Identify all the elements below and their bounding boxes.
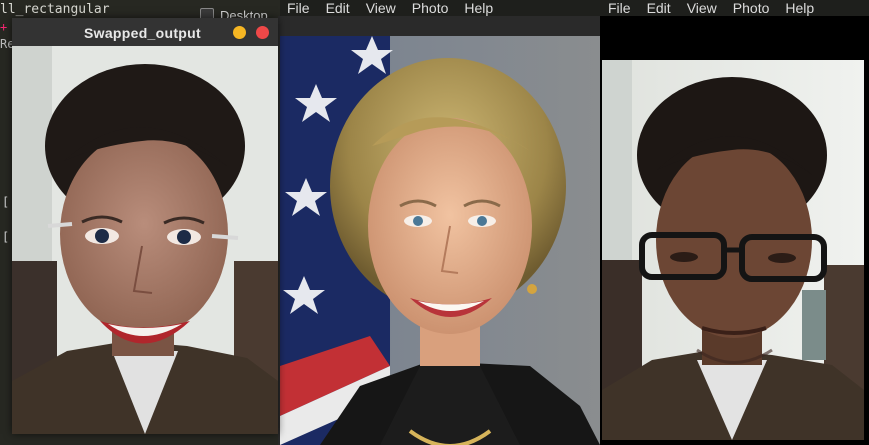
menu-view[interactable]: View	[687, 0, 717, 16]
source-portrait-image	[280, 36, 600, 445]
code-bracket: [	[2, 230, 10, 244]
code-line: ll_rectangular	[0, 2, 110, 17]
menu-photo[interactable]: Photo	[412, 0, 449, 16]
target-face-window	[600, 16, 869, 445]
menu-photo[interactable]: Photo	[733, 0, 770, 16]
minimize-button[interactable]	[233, 26, 246, 39]
image-viewer-menubar-right: File Edit View Photo Help	[608, 0, 814, 16]
menu-help[interactable]: Help	[785, 0, 814, 16]
menu-help[interactable]: Help	[464, 0, 493, 16]
menu-file[interactable]: File	[287, 0, 310, 16]
swapped-face-image	[12, 46, 278, 434]
diff-plus-marker: +	[0, 20, 8, 34]
menu-view[interactable]: View	[366, 0, 396, 16]
close-button[interactable]	[256, 26, 269, 39]
code-bracket: [	[2, 195, 10, 209]
source-face-window	[278, 16, 600, 445]
menu-file[interactable]: File	[608, 0, 631, 16]
window-title: Swapped_output	[84, 25, 201, 41]
swapped-output-window: Swapped_output	[12, 18, 278, 434]
image-viewer-menubar: File Edit View Photo Help	[287, 0, 493, 16]
menu-edit[interactable]: Edit	[647, 0, 671, 16]
target-webcam-image	[602, 60, 864, 440]
menu-edit[interactable]: Edit	[326, 0, 350, 16]
window-titlebar[interactable]: Swapped_output	[12, 18, 278, 46]
